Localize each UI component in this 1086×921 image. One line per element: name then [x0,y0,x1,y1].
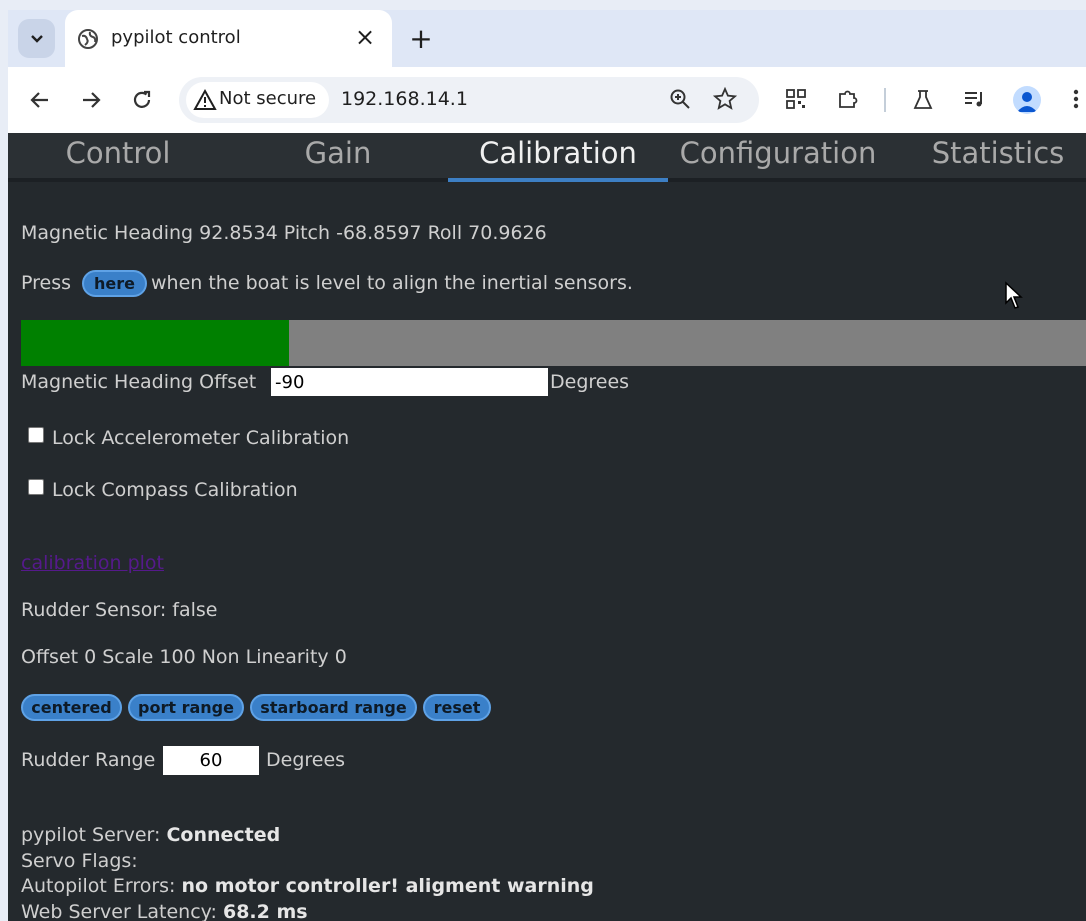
tab-gain[interactable]: Gain [228,133,448,178]
centered-label: centered [31,698,112,717]
tab-statistics-label: Statistics [931,136,1065,170]
heading-label: Magnetic Heading [21,222,194,244]
rudder-starboard-range-button[interactable]: starboard range [250,694,417,721]
page-tab-bar: Control Gain Calibration Configuration S… [8,133,1086,182]
servo-flags-label: Servo Flags: [21,850,138,872]
rudder-sensor-text: Rudder Sensor: false [21,599,218,621]
server-value: Connected [166,824,281,846]
puzzle-icon [839,90,858,108]
errors-label: Autopilot Errors: [21,875,176,897]
latency-value: 68.2 ms [222,901,308,921]
tab-calibration-label: Calibration [479,136,637,170]
more-vertical-icon [1073,89,1079,109]
tab-statistics[interactable]: Statistics [888,133,1086,178]
tab-title: pypilot control [111,27,241,48]
new-tab-button[interactable]: + [404,22,438,56]
server-status-line: pypilot Server: Connected [21,824,280,846]
pitch-label: Pitch [283,222,331,244]
heading-value: 92.8534 [199,222,278,244]
flask-icon [913,90,933,109]
zoom-button[interactable] [666,85,694,113]
tab-configuration-label: Configuration [679,136,877,170]
tab-search-button[interactable] [18,19,55,58]
reset-label: reset [433,698,481,717]
qr-code-button[interactable] [782,85,810,113]
pitch-value: -68.8597 [336,222,422,244]
reload-button[interactable] [124,82,160,118]
playlist-icon [965,92,982,107]
person-icon [1017,92,1037,112]
latency-line: Web Server Latency: 68.2 ms [21,901,308,921]
heading-offset-label: Magnetic Heading Offset [21,371,257,393]
calibration-progress-fill [21,320,290,366]
imu-readout: Magnetic Heading 92.8534 Pitch -68.8597 … [21,222,547,244]
autopilot-errors-line: Autopilot Errors: no motor controller! a… [21,875,594,897]
roll-value: 70.9626 [468,222,547,244]
rudder-port-range-button[interactable]: port range [128,694,244,721]
rudder-reset-button[interactable]: reset [423,694,491,721]
latency-label: Web Server Latency: [21,901,217,921]
calibration-plot-link[interactable]: calibration plot [21,552,164,574]
url-text[interactable]: 192.168.14.1 [341,88,468,110]
roll-label: Roll [427,222,463,244]
chevron-down-icon [30,34,43,43]
arrow-right-icon [83,92,101,108]
tab-calibration[interactable]: Calibration [448,133,668,182]
align-suffix: when the boat is level to align the iner… [151,272,633,294]
lock-compass-checkbox[interactable] [28,479,44,495]
close-icon: × [354,23,376,51]
extensions-button[interactable] [834,85,862,113]
forward-button[interactable] [73,82,109,118]
calibration-progress-bar [21,320,1086,366]
browser-tab[interactable]: pypilot control × [65,10,392,67]
tab-control[interactable]: Control [8,133,228,178]
bookmark-button[interactable] [711,85,739,113]
star-icon [713,87,737,110]
heading-offset-input[interactable] [271,368,548,396]
lock-accelerometer-checkbox[interactable] [28,427,44,443]
tab-gain-label: Gain [304,136,372,170]
lock-accelerometer-label: Lock Accelerometer Calibration [52,427,350,449]
rudder-params-text: Offset 0 Scale 100 Non Linearity 0 [21,646,347,668]
heading-offset-unit: Degrees [550,371,630,393]
align-prefix: Press [21,272,72,294]
profile-avatar[interactable] [1013,86,1041,114]
security-label: Not secure [219,88,317,109]
arrow-left-icon [30,92,48,108]
media-controls-button[interactable] [960,85,988,113]
tab-close-button[interactable]: × [350,22,380,52]
lock-compass-label: Lock Compass Calibration [52,479,298,501]
server-label: pypilot Server: [21,824,161,846]
labs-button[interactable] [909,85,937,113]
rudder-range-input[interactable] [163,746,259,775]
plus-icon: + [409,22,433,55]
rudder-range-unit: Degrees [266,749,346,771]
starboard-range-label: starboard range [260,698,407,717]
mouse-cursor-icon [1005,281,1023,309]
port-range-label: port range [138,698,234,717]
qr-code-icon [786,89,806,109]
browser-menu-button[interactable] [1062,85,1086,113]
rudder-range-label: Rudder Range [21,749,156,771]
warning-icon [193,88,217,110]
align-here-label: here [94,274,135,293]
toolbar-separator [884,88,886,112]
reload-icon [133,90,151,108]
rudder-centered-button[interactable]: centered [21,694,122,721]
align-here-button[interactable]: here [82,270,147,297]
back-button[interactable] [22,82,58,118]
pypilot-page: Control Gain Calibration Configuration S… [8,133,1086,921]
tab-control-label: Control [65,136,171,170]
zoom-icon [670,89,690,109]
tab-configuration[interactable]: Configuration [668,133,888,178]
globe-icon [78,29,98,49]
errors-value: no motor controller! aligment warning [181,875,594,897]
active-tab-indicator [448,178,668,182]
